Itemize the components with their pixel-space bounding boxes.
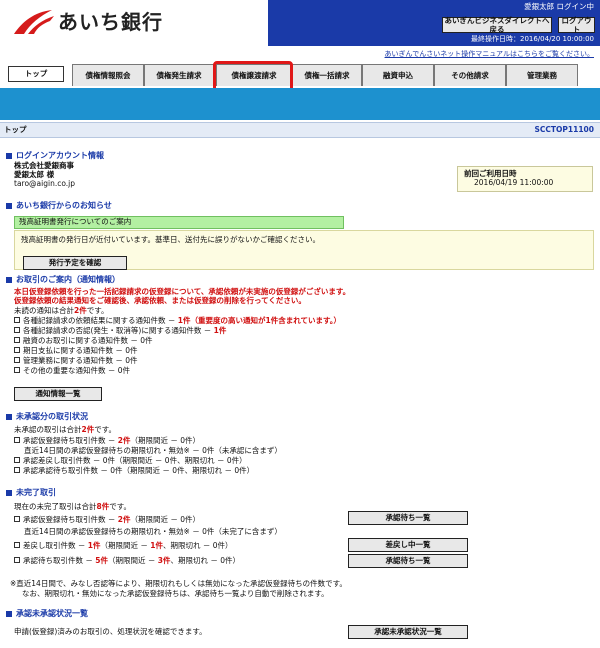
last-login-value: 2016/04/19 11:00:00: [474, 178, 554, 188]
last-login-label: 前回ご利用日時: [464, 169, 517, 178]
incomplete-note-2: なお、期限切れ・無効になった承認仮登録待ちは、承認待ち一覧より自動で削除されます…: [22, 589, 329, 598]
notice-count-list: 各種記録請求の依頼結果に関する通知件数 － 1件（重要度の高い通知が1件含まれて…: [14, 316, 341, 376]
logout-button[interactable]: ログアウト: [558, 16, 595, 34]
section-bullet-icon: [6, 203, 12, 209]
user-name: 愛銀太郎 様: [14, 170, 55, 179]
section-bullet-icon: [6, 611, 12, 617]
check-schedule-button[interactable]: 発行予定を確認: [23, 256, 127, 270]
notice-heading: あいち銀行からのお知らせ: [6, 201, 112, 211]
user-status: 愛銀太郎 ログイン中: [524, 2, 594, 11]
alert-line-2: 仮登録依頼の結果通知をご確認後、承認依頼、または仮登録の削除を行ってください。: [14, 296, 306, 305]
section-bullet-icon: [6, 490, 12, 496]
unapproved-line-1: 承認仮登録待ち取引件数 － 2件（期限間近 － 0件）: [14, 436, 200, 445]
manual-link[interactable]: あいぎんでんさいネット操作マニュアルはこちらをご覧ください。: [385, 50, 594, 59]
approval-pending-list-button[interactable]: 承認待ち一覧: [348, 554, 468, 568]
checkbox-icon: [14, 357, 20, 363]
notice-count-item: 各種記録請求の否認(発生・取消等)に関する通知件数 － 1件: [14, 326, 341, 336]
notice-count-item: 各種記録請求の依頼結果に関する通知件数 － 1件（重要度の高い通知が1件含まれて…: [14, 316, 341, 326]
notice-count-item: 管理業務に関する通知件数 － 0件: [14, 356, 341, 366]
bank-logo-text: あいち銀行: [58, 10, 163, 34]
approval-status-text: 申請(仮登録)済みのお取引の、処理状況を確認できます。: [14, 627, 207, 636]
tab-claim-issuance[interactable]: 債権発生請求: [144, 64, 214, 86]
returned-list-button[interactable]: 差戻し中一覧: [348, 538, 468, 552]
incomplete-note-1: ※直近14日間で、みなし否認等により、期限切れもしくは無効になった承認仮登録待ち…: [10, 579, 347, 588]
last-login-box: 前回ご利用日時 2016/04/19 11:00:00: [457, 166, 593, 192]
checkbox-icon: [14, 337, 20, 343]
notice-title-bar: 残高証明書発行についてのご案内: [14, 216, 344, 229]
checkbox-icon: [14, 367, 20, 373]
alert-line-1: 本日仮登録依頼を行った一括記録請求の仮登録について、承認依頼が未実施の仮登録がご…: [14, 287, 351, 296]
unread-total: 未読の通知は合計2件です。: [14, 306, 109, 315]
unapproved-total: 未承認の取引は合計2件です。: [14, 425, 116, 434]
incomplete-line-1: 承認仮登録待ち取引件数 － 2件（期限間近 － 0件）: [14, 515, 200, 524]
screen-code: SCCTOP11100: [534, 125, 595, 134]
tab-loan-application[interactable]: 融資申込: [362, 64, 434, 86]
approval-status-heading: 承認未承認状況一覧: [6, 609, 88, 619]
section-bullet-icon: [6, 153, 12, 159]
tab-top[interactable]: トップ: [8, 66, 64, 82]
checkbox-icon: [14, 347, 20, 353]
notice-count-item: その他の重要な通知件数 － 0件: [14, 366, 341, 376]
section-bullet-icon: [6, 277, 12, 283]
transactions-notice-heading: お取引のご案内（通知情報）: [6, 275, 120, 285]
page-title-bar: トップ SCCTOP11100: [0, 122, 600, 138]
approval-status-list-button[interactable]: 承認未承認状況一覧: [348, 625, 468, 639]
page-title: トップ: [4, 125, 27, 134]
approval-waiting-list-button[interactable]: 承認待ち一覧: [348, 511, 468, 525]
user-email: taro@aigin.co.jp: [14, 179, 76, 188]
tab-claim-inquiry[interactable]: 債権情報照会: [72, 64, 144, 86]
login-account-heading: ログインアカウント情報: [6, 151, 104, 161]
tab-other-requests[interactable]: その他請求: [434, 64, 506, 86]
incomplete-line-2: 差戻し取引件数 － 1件（期限間近 － 1件、期限切れ － 0件）: [14, 541, 233, 550]
notice-list-button[interactable]: 通知情報一覧: [14, 387, 102, 401]
section-bullet-icon: [6, 414, 12, 420]
notice-count-item: 期日支払に関する通知件数 － 0件: [14, 346, 341, 356]
unapproved-line-2: 承認差戻し取引件数 － 0件（期限間近 － 0件、期限切れ － 0件）: [14, 456, 247, 465]
company-name: 株式会社愛銀商事: [14, 161, 74, 170]
checkbox-icon: [14, 317, 20, 323]
return-direct-button[interactable]: あいぎんビジネスダイレクトへ戻る: [442, 16, 552, 34]
nav-band: [0, 88, 600, 120]
incomplete-total: 現在の未完了取引は合計8件です。: [14, 502, 131, 511]
notice-count-item: 融資のお取引に関する通知件数 － 0件: [14, 336, 341, 346]
unapproved-line-3: 承認承認待ち取引件数 － 0件（期限間近 － 0件、期限切れ － 0件）: [14, 466, 254, 475]
unapproved-line-1-sub: 直近14日間の承認仮登録待ちの期限切れ・無効※ － 0件（未承認に含まず）: [24, 446, 282, 455]
tab-management[interactable]: 管理業務: [506, 64, 578, 86]
incomplete-heading: 未完了取引: [6, 488, 56, 498]
incomplete-line-3: 承認待ち取引件数 － 5件（期限間近 － 3件、期限切れ － 0件）: [14, 556, 240, 565]
checkbox-icon: [14, 327, 20, 333]
tab-bulk-request[interactable]: 債権一括請求: [292, 64, 362, 86]
last-operation-time: 最終操作日時：2016/04/20 10:00:00: [470, 35, 594, 43]
incomplete-line-1-sub: 直近14日間の承認仮登録待ちの期限切れ・無効※ － 0件（未完了に含まず）: [24, 527, 282, 536]
notice-body-text: 残高証明書の発行日が近付いています。基準日、送付先に誤りがないかご確認ください。: [21, 235, 321, 244]
bank-logo-icon: [14, 10, 54, 34]
unapproved-heading: 未承認分の取引状況: [6, 412, 88, 422]
